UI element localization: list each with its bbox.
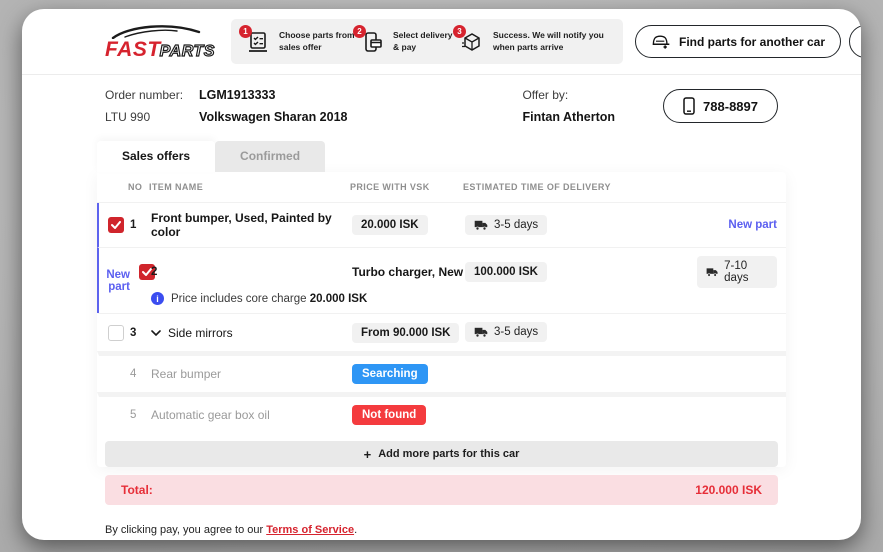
offer-by-section: Offer by: Fintan Atherton 788-8897 <box>522 88 778 124</box>
offer-by-name: Fintan Atherton <box>522 110 615 124</box>
table-row: 1 Front bumper, Used, Painted by color 2… <box>97 203 786 247</box>
order-info-section: Order number: LGM1913333 LTU 990 Volkswa… <box>105 88 778 124</box>
step-number-badge: 3 <box>453 25 466 38</box>
delivery-time: 3-5 days <box>494 219 538 231</box>
delivery-time: 7-10 days <box>724 260 768 284</box>
price-badge: 20.000 ISK <box>352 215 428 235</box>
order-details: Order number: LGM1913333 LTU 990 Volkswa… <box>105 88 347 124</box>
phone-icon <box>683 97 695 115</box>
order-number-label: Order number: <box>105 88 183 102</box>
truck-icon <box>706 266 718 278</box>
delivery-time: 3-5 days <box>494 326 538 338</box>
row-number: 3 <box>130 327 151 339</box>
progress-steps: 1 Choose parts from sales offer 2 <box>231 19 623 64</box>
total-value: 120.000 ISK <box>695 483 762 497</box>
phone-number: 788-8897 <box>703 99 758 114</box>
terms-of-service-link[interactable]: Terms of Service <box>266 524 354 536</box>
table-row: 4 Rear bumper Searching <box>97 351 786 392</box>
col-item-name: ITEM NAME <box>149 182 350 192</box>
price-badge: From 90.000 ISK <box>352 323 459 343</box>
row-checkbox-checked[interactable] <box>108 217 124 233</box>
chevron-down-icon <box>151 330 161 336</box>
truck-icon <box>474 326 488 338</box>
col-delivery: ESTIMATED TIME OF DELIVERY <box>463 182 697 192</box>
step-delivery-pay: 2 Select delivery & pay <box>359 29 459 55</box>
top-bar: FASTPARTS 1 Choose parts from sales offe… <box>22 9 861 75</box>
logo-text-fast: FAST <box>105 38 161 61</box>
table-row: 3 Side mirrors From 90.000 ISK 3-5 days <box>97 313 786 351</box>
step-number-badge: 1 <box>239 25 252 38</box>
step-label: Choose parts from sales offer <box>279 30 359 52</box>
sales-offer-table: NO ITEM NAME PRICE WITH VSK ESTIMATED TI… <box>97 172 786 467</box>
item-name: Side mirrors <box>168 326 233 340</box>
table-header: NO ITEM NAME PRICE WITH VSK ESTIMATED TI… <box>97 172 786 203</box>
item-name: Rear bumper <box>151 367 352 381</box>
note-text: Price includes core charge <box>171 293 307 305</box>
item-name: Front bumper, Used, Painted by color <box>151 211 352 239</box>
row-number: 4 <box>130 368 151 380</box>
car-swoosh-icon <box>111 23 203 39</box>
step-choose-parts: 1 Choose parts from sales offer <box>245 29 359 55</box>
table-row: 5 Automatic gear box oil Not found <box>97 392 786 433</box>
car-plus-icon <box>651 34 671 50</box>
phone-payment-icon: 2 <box>359 29 385 55</box>
price-note: i Price includes core charge 20.000 ISK <box>151 292 697 305</box>
car-model: Volkswagen Sharan 2018 <box>199 110 347 124</box>
fastparts-logo[interactable]: FASTPARTS <box>105 23 217 60</box>
offer-by-label: Offer by: <box>522 88 615 102</box>
new-part-link[interactable]: New part <box>99 269 130 293</box>
status-badge-not-found: Not found <box>352 405 426 425</box>
row-number: 5 <box>130 409 151 421</box>
delivery-badge: 7-10 days <box>697 256 777 288</box>
note-value: 20.000 ISK <box>310 293 368 305</box>
check-icon <box>111 221 121 229</box>
tab-sales-offers[interactable]: Sales offers <box>97 141 215 172</box>
delivery-badge: 3-5 days <box>465 215 547 235</box>
step-number-badge: 2 <box>353 25 366 38</box>
license-plate: LTU 990 <box>105 110 183 124</box>
phone-button[interactable]: 788-8897 <box>663 89 778 123</box>
status-badge-searching: Searching <box>352 364 428 384</box>
find-parts-button[interactable]: Find parts for another car <box>635 25 841 58</box>
info-icon: i <box>151 292 164 305</box>
order-number-value: LGM1913333 <box>199 88 347 102</box>
plus-icon: + <box>364 448 372 461</box>
step-label: Select delivery & pay <box>393 30 459 52</box>
step-label: Success. We will notify you when parts a… <box>493 30 609 52</box>
add-more-label: Add more parts for this car <box>378 448 519 460</box>
col-price: PRICE WITH VSK <box>350 182 463 192</box>
terms-line: By clicking pay, you agree to our Terms … <box>105 524 778 536</box>
row-checkbox-unchecked[interactable] <box>108 325 124 341</box>
step-success: 3 Success. We will notify you when parts… <box>459 29 609 55</box>
price-badge: 100.000 ISK <box>465 262 547 282</box>
item-name: Turbo charger, New <box>352 265 465 279</box>
row-number: 2 <box>151 266 352 278</box>
total-row: Total: 120.000 ISK <box>105 475 778 505</box>
item-name: Automatic gear box oil <box>151 408 352 422</box>
delivery-badge: 3-5 days <box>465 322 547 342</box>
truck-icon <box>474 219 488 231</box>
new-part-link[interactable]: New part <box>697 219 777 231</box>
delivery-box-icon: 3 <box>459 29 485 55</box>
find-parts-label: Find parts for another car <box>679 35 825 49</box>
add-more-parts-button[interactable]: + Add more parts for this car <box>105 441 778 467</box>
app-window: FASTPARTS 1 Choose parts from sales offe… <box>22 9 861 540</box>
language-selector[interactable]: EN <box>849 25 861 58</box>
tab-bar: Sales offers Confirmed <box>97 141 778 172</box>
row-number: 1 <box>130 219 151 231</box>
checklist-icon: 1 <box>245 29 271 55</box>
terms-suffix: . <box>354 524 357 536</box>
table-row: 2 Turbo charger, New 100.000 ISK 7-10 da… <box>97 247 786 313</box>
item-name-expandable[interactable]: Side mirrors <box>151 326 352 340</box>
terms-prefix: By clicking pay, you agree to our <box>105 524 266 536</box>
col-no: NO <box>128 182 149 192</box>
tab-confirmed[interactable]: Confirmed <box>215 141 325 172</box>
logo-text-parts: PARTS <box>160 43 215 60</box>
total-label: Total: <box>121 483 153 497</box>
footer-section: By clicking pay, you agree to our Terms … <box>105 524 778 540</box>
